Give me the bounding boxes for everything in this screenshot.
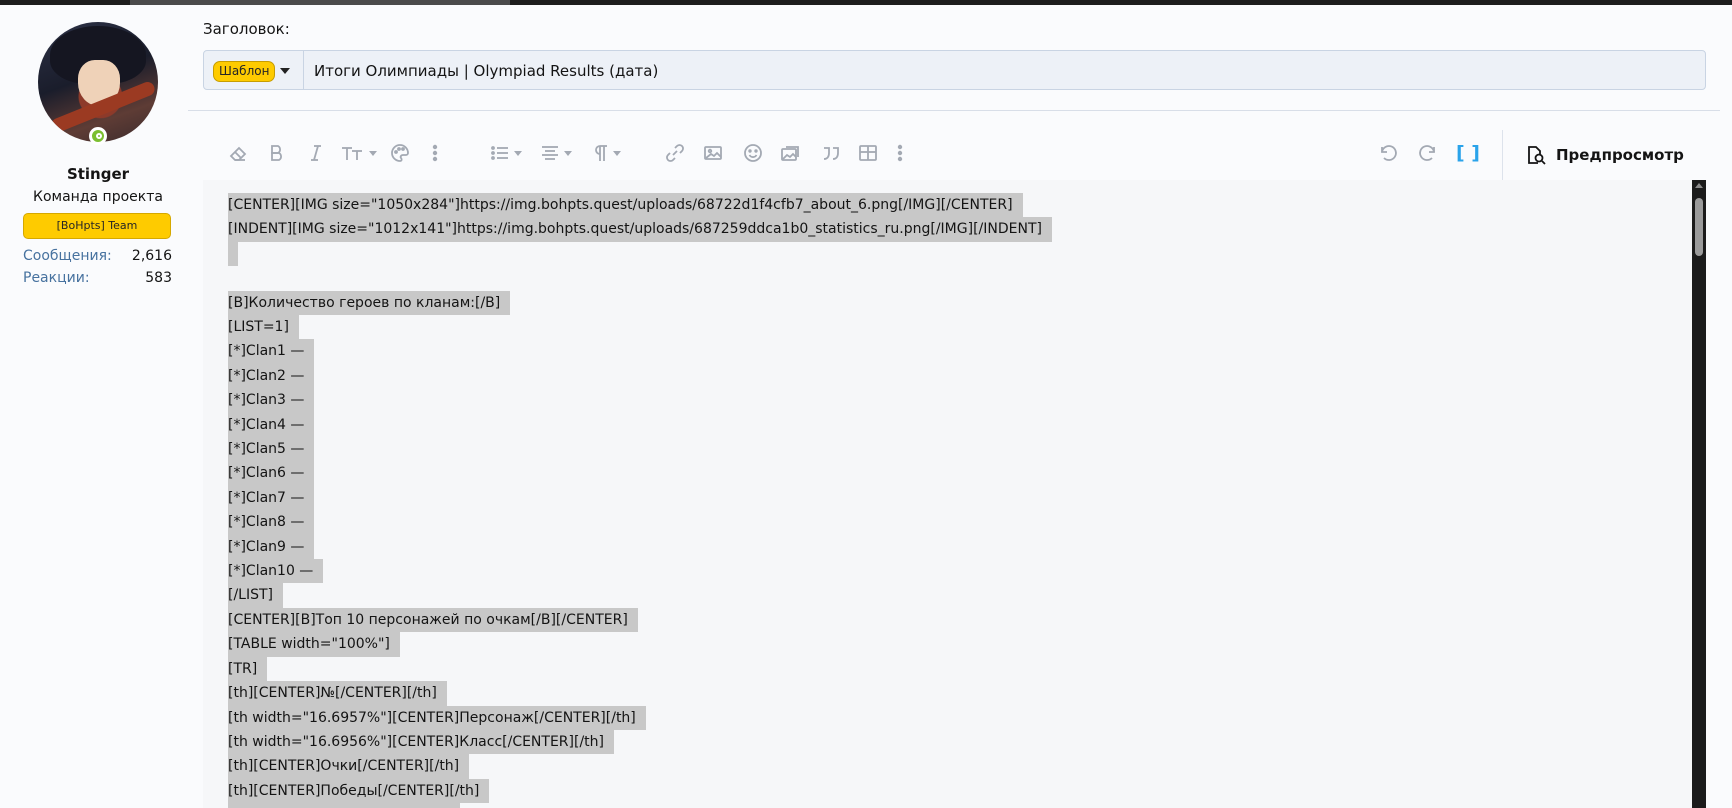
separator (188, 110, 1720, 111)
window-top-bar (0, 0, 1732, 5)
chevron-down-icon (513, 150, 522, 156)
toolbar-divider (1502, 130, 1503, 180)
table-icon[interactable] (853, 138, 883, 168)
chevron-down-icon (563, 150, 572, 156)
editor-line[interactable]: [*]Clan8 — (228, 510, 315, 535)
editor-scrollbar[interactable] (1692, 180, 1706, 808)
editor-line[interactable]: [CENTER][B]Топ 10 персонажей по очкам[/B… (228, 607, 638, 633)
smilie-icon[interactable] (738, 138, 768, 168)
bbcode-toggle-icon[interactable]: [ ] (1453, 138, 1483, 168)
active-tab-indicator (130, 0, 510, 5)
editor-line[interactable] (228, 241, 238, 267)
chevron-down-icon (368, 150, 377, 156)
editor-line[interactable]: [*]Clan7 — (228, 485, 315, 511)
editor-line[interactable]: [th width="16.6956%"][CENTER]Класс[/CENT… (228, 729, 614, 755)
editor-line[interactable]: [*]Clan4 — (228, 412, 315, 438)
color-palette-icon[interactable] (385, 138, 415, 168)
editor-line[interactable]: [CENTER][IMG size="1050x284"]https://img… (228, 193, 1023, 218)
title-input[interactable] (312, 51, 1696, 91)
chevron-down-icon (612, 150, 621, 156)
more-vertical-icon[interactable] (427, 138, 443, 168)
editor-line[interactable]: [B]Количество героев по кланам:[/B] (228, 290, 511, 315)
online-status-icon (89, 127, 107, 145)
editor-line[interactable]: [*]Clan6 — (228, 461, 315, 486)
editor-line[interactable]: [*]Clan5 — (228, 437, 315, 462)
media-icon[interactable] (776, 138, 806, 168)
editor-line[interactable]: [TABLE width="100%"] (228, 632, 400, 657)
scroll-up-icon[interactable] (1695, 183, 1703, 188)
more-vertical-icon[interactable] (892, 138, 908, 168)
prefix-select[interactable]: Шаблон (204, 51, 304, 89)
editor-line[interactable]: [/LIST] (228, 583, 284, 608)
editor-toolbar: [ ] Предпросмотр (203, 130, 1706, 180)
align-icon[interactable] (535, 138, 575, 168)
editor-line[interactable]: [th][CENTER]Бои[/CENTER][/th] (228, 803, 460, 808)
link-icon[interactable] (660, 138, 690, 168)
title-row: Шаблон (203, 50, 1706, 91)
stat-messages-label[interactable]: Сообщения: (23, 248, 112, 264)
user-title: Команда проекта (33, 189, 163, 205)
stat-reactions-value: 583 (145, 270, 172, 286)
list-icon[interactable] (485, 138, 525, 168)
editor-line[interactable]: [LIST=1] (228, 315, 299, 340)
editor-line[interactable]: [INDENT][IMG size="1012x141"]https://img… (228, 217, 1052, 242)
scrollbar-thumb[interactable] (1695, 198, 1703, 256)
stat-messages-value: 2,616 (131, 248, 172, 264)
undo-icon[interactable] (1373, 138, 1403, 168)
username[interactable]: Stinger (0, 165, 196, 183)
preview-button[interactable]: Предпросмотр (1524, 140, 1684, 170)
editor-line[interactable]: [th][CENTER]Очки[/CENTER][/th] (228, 754, 470, 779)
stat-reactions-label[interactable]: Реакции: (23, 270, 90, 286)
chevron-down-icon (280, 68, 290, 74)
redo-icon[interactable] (1413, 138, 1443, 168)
bbcode-editor[interactable]: [CENTER][IMG size="1050x284"]https://img… (203, 180, 1706, 808)
user-panel: Stinger Команда проекта [BoHpts] Team Со… (0, 5, 186, 808)
title-label: Заголовок: (203, 20, 290, 38)
editor-line[interactable]: [th width="16.6957%"][CENTER]Персонаж[/C… (228, 705, 646, 730)
editor-content[interactable]: [CENTER][IMG size="1050x284"]https://img… (228, 193, 1052, 808)
editor-line[interactable]: [*]Clan1 — (228, 339, 315, 364)
image-icon[interactable] (698, 138, 728, 168)
editor-line[interactable]: [*]Clan10 — (228, 559, 324, 584)
editor-line[interactable]: [*]Clan9 — (228, 534, 315, 560)
italic-icon[interactable] (301, 138, 331, 168)
text-size-icon[interactable] (336, 138, 380, 168)
prefix-badge: Шаблон (213, 61, 276, 82)
editor-line[interactable]: [TR] (228, 656, 268, 682)
editor-line[interactable]: [*]Clan2 — (228, 363, 315, 389)
bold-icon[interactable] (262, 138, 292, 168)
user-banner: [BoHpts] Team (23, 213, 171, 239)
editor-line[interactable] (228, 266, 238, 290)
quote-icon[interactable] (816, 138, 846, 168)
preview-label: Предпросмотр (1556, 146, 1684, 164)
editor-line[interactable]: [*]Clan3 — (228, 388, 315, 413)
editor-line[interactable]: [th][CENTER]№[/CENTER][/th] (228, 681, 447, 706)
eraser-icon[interactable] (223, 138, 253, 168)
editor-line[interactable]: [th][CENTER]Победы[/CENTER][/th] (228, 778, 490, 804)
paragraph-icon[interactable] (585, 138, 625, 168)
avatar[interactable] (38, 22, 158, 142)
